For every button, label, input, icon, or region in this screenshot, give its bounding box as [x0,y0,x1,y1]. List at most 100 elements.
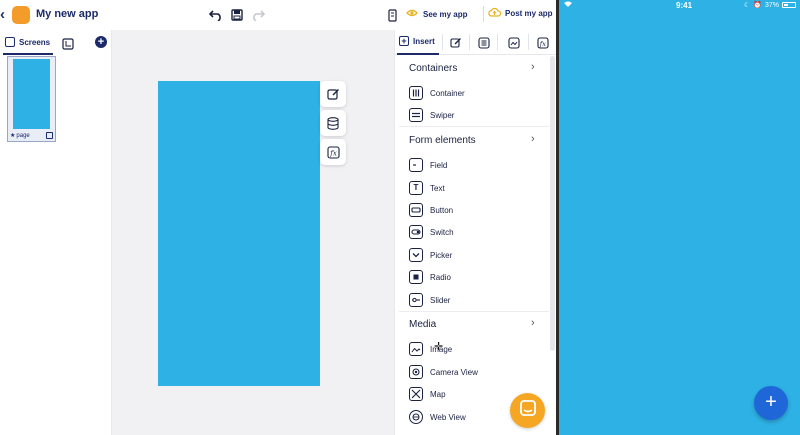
insert-field[interactable]: Field [409,157,447,173]
category-containers[interactable]: Containers › [395,60,551,80]
redo-icon[interactable] [250,7,266,23]
screens-tab-label: Screens [19,37,51,47]
item-label: Camera View [430,367,478,377]
chevron-left-icon[interactable]: ‹ [0,7,10,23]
active-tab-indicator [397,53,439,55]
alarm-icon: ⏰ [753,2,762,9]
editor: ‹ My new app See my app Post my app Scre… [0,0,556,435]
edit-icon[interactable] [320,81,346,107]
list-icon[interactable] [478,36,490,49]
active-tab-indicator [3,53,53,55]
chevron-right-icon: › [531,317,535,329]
image-icon [409,342,423,356]
edit-icon[interactable] [450,36,462,48]
insert-radio[interactable]: Radio [409,269,451,285]
item-label: Web View [430,412,466,422]
tab-screens[interactable]: Screens [5,37,50,47]
settings-icon[interactable] [46,132,53,139]
category-title: Containers [409,63,458,74]
insert-container[interactable]: Container [409,85,465,101]
function-icon[interactable]: fx [537,36,549,49]
tab-separator [442,34,443,50]
item-label: Button [430,205,454,215]
thumbnail-preview [13,59,50,129]
divider [483,6,484,22]
battery-percent: 37% [765,1,780,9]
insert-text[interactable]: T Text [409,180,445,196]
divider [399,311,549,312]
insert-picker[interactable]: Picker [409,247,452,263]
field-icon [409,158,423,172]
see-my-app-label: See my app [423,9,468,19]
insert-panel: + Insert fx Containers › Container Swipe… [394,30,556,435]
chat-button[interactable] [510,393,545,428]
item-label: Radio [430,272,451,282]
status-time: 9:41 [676,1,693,10]
function-icon[interactable]: fx [320,139,346,165]
item-label: Swiper [430,110,455,120]
tab-separator [469,34,470,50]
insert-panel-tabs: + Insert fx [395,30,556,55]
swiper-icon [409,108,423,122]
text-icon: T [409,181,423,195]
insert-swiper[interactable]: Swiper [409,107,454,123]
screen-thumbnail[interactable]: ★ page [7,56,56,142]
plus-circle-icon[interactable]: + [95,36,107,48]
eye-icon [406,9,418,19]
post-my-app-button[interactable]: Post my app [488,5,553,21]
camera-icon [409,365,423,379]
globe-icon [409,410,423,424]
insert-slider[interactable]: Slider [409,292,450,308]
app-icon[interactable] [12,6,30,24]
switch-icon [409,225,423,239]
insert-switch[interactable]: Switch [409,224,454,240]
category-title: Form elements [409,135,476,146]
undo-icon[interactable] [208,7,224,23]
star-icon: ★ [10,133,16,139]
svg-text:fx: fx [329,149,337,157]
item-label: Picker [430,250,453,260]
category-form-elements[interactable]: Form elements › [395,132,551,152]
tab-separator [497,34,498,50]
design-canvas[interactable]: fx [112,30,394,435]
image-icon[interactable] [508,36,520,49]
layers-icon[interactable] [62,37,74,50]
screens-panel: Screens + ★ page [0,30,112,435]
insert-image[interactable]: Image [409,341,452,357]
database-icon[interactable] [320,110,346,136]
chevron-right-icon: › [531,133,535,145]
app-name[interactable]: My new app [36,8,98,20]
status-indicators: ☾ ⏰ 37% [744,1,797,9]
insert-button[interactable]: Button [409,202,453,218]
svg-text:fx: fx [539,40,546,48]
app-preview[interactable]: 9:41 ☾ ⏰ 37% + [559,0,800,435]
map-icon [409,387,423,401]
button-icon [409,203,423,217]
insert-map[interactable]: Map [409,386,446,402]
phone-screen-preview[interactable] [158,81,320,386]
battery-icon [782,2,797,8]
post-my-app-label: Post my app [505,8,553,18]
chevron-right-icon: › [531,61,535,73]
tab-separator [528,34,529,50]
insert-web-view[interactable]: Web View [409,409,466,425]
chat-icon [519,399,537,422]
item-label: Text [430,183,445,193]
scrollbar[interactable] [550,56,555,351]
slider-icon [409,293,423,307]
add-button[interactable]: + [754,386,788,420]
top-bar: ‹ My new app See my app Post my app [0,0,556,30]
item-label: Container [430,88,465,98]
item-label: Map [430,389,446,399]
app-root: ‹ My new app See my app Post my app Scre… [0,0,800,435]
save-icon[interactable] [229,7,245,23]
phone-icon[interactable] [384,7,400,23]
insert-camera-view[interactable]: Camera View [409,364,478,380]
item-label: Slider [430,295,451,305]
tab-insert[interactable]: + Insert [399,36,435,46]
item-label: Field [430,160,448,170]
cloud-upload-icon [488,7,502,19]
thumbnail-name: page [16,132,30,139]
see-my-app-button[interactable]: See my app [406,6,467,22]
category-media[interactable]: Media › [395,316,551,336]
